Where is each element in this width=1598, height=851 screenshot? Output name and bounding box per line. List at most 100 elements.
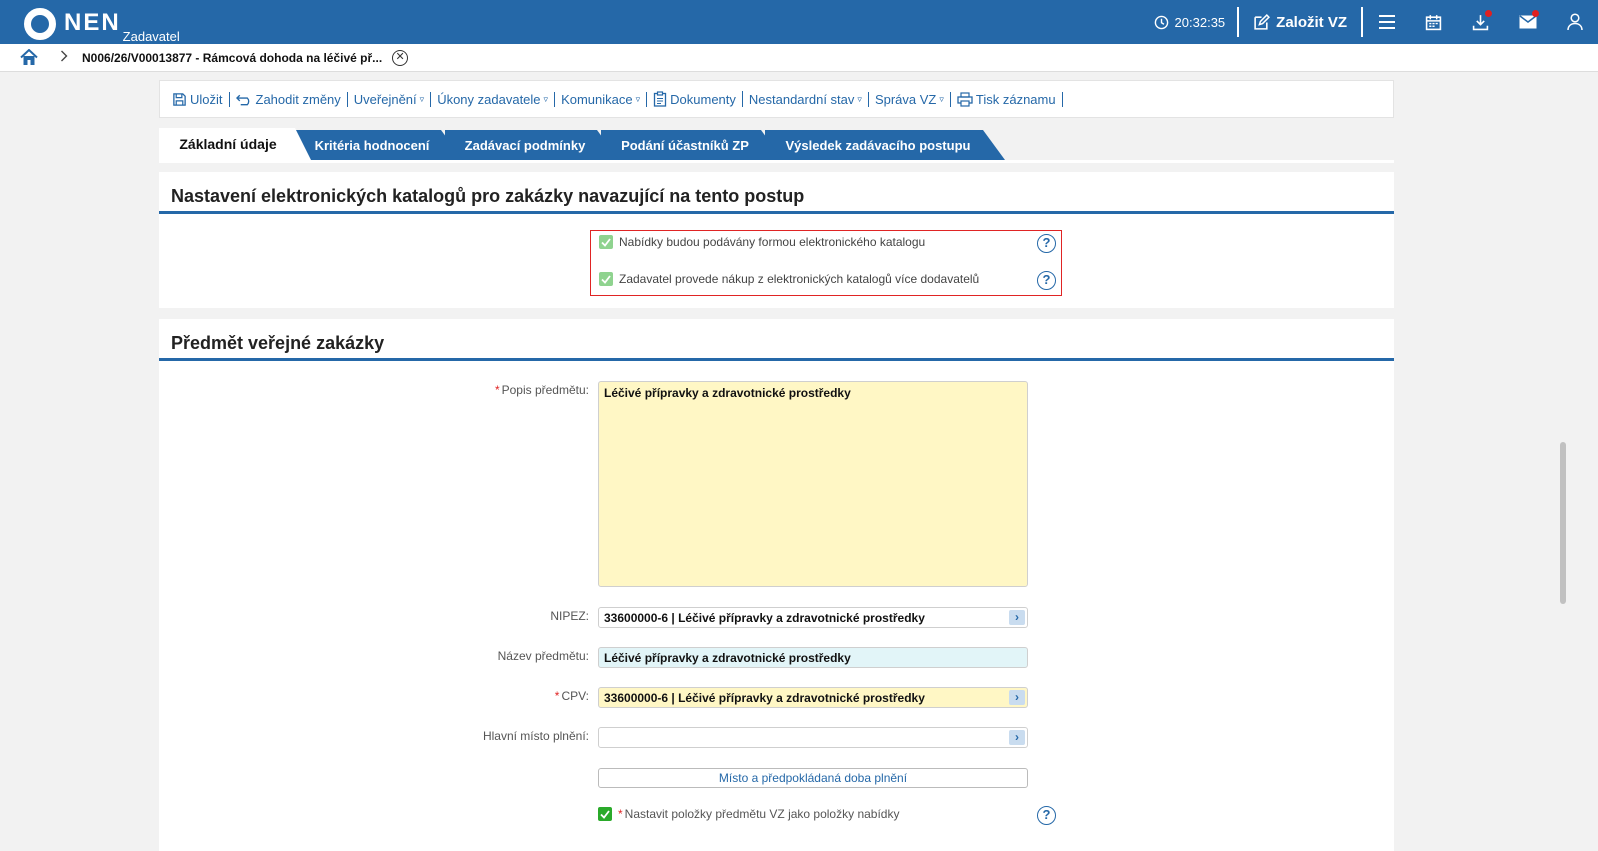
close-tab-icon[interactable]: ✕ [392,49,409,66]
items-checkbox-row[interactable]: * Nastavit položky předmětu VZ jako polo… [598,807,899,821]
discard-changes-label: Zahodit změny [255,91,341,107]
section-rule [159,211,1394,214]
contracting-acts-menu[interactable]: Úkony zadavatele ▿ [431,91,556,107]
help-icon[interactable]: ? [1037,234,1056,253]
print-record-label: Tisk záznamu [975,91,1056,107]
clock-icon [1154,15,1168,29]
publication-menu[interactable]: Uveřejnění ▿ [348,91,432,107]
messages-button[interactable] [1504,0,1551,44]
tab-kriteria[interactable]: Kritéria hodnocení [295,130,463,160]
communication-label: Komunikace [561,91,633,107]
scrollbar-thumb[interactable] [1560,442,1566,604]
popis-textarea[interactable]: Léčivé přípravky a zdravotnické prostřed… [598,381,1028,587]
save-button[interactable]: Uložit [166,91,230,107]
popis-label: * Popis předmětu: [495,383,589,397]
logo-subtitle: Zadavatel [122,29,180,44]
action-toolbar: Uložit Zahodit změny Uveřejnění ▿ Úkony … [159,80,1394,118]
communication-menu[interactable]: Komunikace ▿ [555,91,648,107]
nipez-value: 33600000-6 | Léčivé přípravky a zdravotn… [604,610,925,625]
picker-chevron-icon[interactable]: › [1009,610,1025,625]
session-time: 20:32:35 [1174,14,1226,30]
tab-label: Výsledek zadávacího postupu [785,137,971,153]
publication-label: Uveřejnění [353,91,417,107]
nonstandard-state-menu[interactable]: Nestandardní stav ▿ [743,91,869,107]
picker-chevron-icon[interactable]: › [1009,730,1025,745]
tab-label: Kritéria hodnocení [314,137,430,153]
hamburger-icon [1378,15,1395,29]
place-and-time-button[interactable]: Místo a předpokládaná doba plnění [598,768,1028,788]
top-bar: NEN Zadavatel 20:32:35 Založit VZ [0,0,1598,44]
clipboard-icon [653,91,667,107]
documents-button[interactable]: Dokumenty [647,91,743,107]
checkbox-checked-icon[interactable] [598,807,612,821]
vz-management-menu[interactable]: Správa VZ ▿ [869,91,951,107]
nen-logo[interactable]: NEN Zadavatel [24,6,180,44]
undo-icon [235,94,249,106]
print-record-button[interactable]: Tisk záznamu [951,91,1063,107]
nazev-field[interactable]: Léčivé přípravky a zdravotnické prostřed… [598,647,1028,668]
help-icon[interactable]: ? [1037,806,1056,825]
cpv-label-text: CPV: [561,689,589,703]
session-clock: 20:32:35 [1154,14,1226,30]
dropdown-triangle-icon: ▿ [543,93,549,104]
required-mark: * [618,807,623,821]
catalog-option-1[interactable]: Nabídky budou podávány formou elektronic… [599,235,925,249]
discard-changes-button[interactable]: Zahodit změny [230,91,348,107]
section-rule [159,358,1394,361]
checkbox-checked-icon[interactable] [599,272,613,286]
nipez-label: NIPEZ: [550,609,589,623]
tab-vysledek[interactable]: Výsledek zadávacího postupu [765,130,1005,160]
save-label: Uložit [190,91,223,107]
nazev-value: Léčivé přípravky a zdravotnické prostřed… [604,650,851,665]
notification-dot [1485,10,1492,17]
user-icon [1566,13,1583,31]
tab-label: Podání účastníků ZP [621,137,749,153]
new-vz-button[interactable]: Založit VZ [1239,14,1361,31]
calendar-icon [1425,14,1442,30]
dropdown-triangle-icon: ▿ [419,93,425,104]
save-icon [173,92,186,106]
menu-button[interactable] [1363,0,1410,44]
popis-label-text: Popis předmětu: [501,383,589,397]
help-icon[interactable]: ? [1037,271,1056,290]
mail-icon [1519,15,1536,29]
contracting-acts-label: Úkony zadavatele [437,91,541,107]
vz-management-label: Správa VZ [874,91,937,107]
cpv-value: 33600000-6 | Léčivé přípravky a zdravotn… [604,690,925,705]
required-mark: * [494,383,500,397]
checkbox-checked-icon[interactable] [599,235,613,249]
section-tabs: Výsledek zadávacího postupu Podání účast… [159,128,1394,160]
tab-zakladni-udaje[interactable]: Základní údaje [159,128,311,160]
home-icon[interactable] [20,49,40,66]
documents-label: Dokumenty [670,91,736,107]
catalog-settings-panel: Nastavení elektronických katalogů pro za… [159,172,1394,308]
nazev-label: Název předmětu: [497,649,589,663]
misto-field[interactable]: › [598,727,1028,748]
catalog-option-1-label: Nabídky budou podávány formou elektronic… [619,235,926,249]
catalog-option-2-label: Zadavatel provede nákup z elektronických… [619,272,980,286]
popis-value: Léčivé přípravky a zdravotnické prostřed… [604,386,851,400]
picker-chevron-icon[interactable]: › [1009,690,1025,705]
subject-section-title: Předmět veřejné zakázky [171,333,385,353]
chevron-right-icon [60,50,70,65]
tab-zadavaci-podminky[interactable]: Zadávací podmínky [445,130,619,160]
tab-label: Základní údaje [179,136,277,152]
calendar-button[interactable] [1410,0,1457,44]
print-icon [957,91,973,107]
user-button[interactable] [1551,0,1598,44]
downloads-button[interactable] [1457,0,1504,44]
breadcrumb-tab-title[interactable]: N006/26/V00013877 - Rámcová dohoda na lé… [82,51,382,65]
logo-text: NEN [64,9,121,36]
nipez-field[interactable]: 33600000-6 | Léčivé přípravky a zdravotn… [598,607,1028,628]
logo-ring-icon [24,8,56,40]
new-vz-label: Založit VZ [1276,13,1347,31]
required-mark: * [554,689,560,703]
misto-label: Hlavní místo plnění: [482,729,589,743]
tab-podani[interactable]: Podání účastníků ZP [601,130,783,160]
dropdown-triangle-icon: ▿ [635,93,641,104]
cpv-field[interactable]: 33600000-6 | Léčivé přípravky a zdravotn… [598,687,1028,708]
catalog-option-2[interactable]: Zadavatel provede nákup z elektronických… [599,272,979,286]
cpv-label: * CPV: [555,689,589,703]
items-checkbox-label: Nastavit položky předmětu VZ jako položk… [624,807,900,821]
edit-icon [1254,13,1271,30]
